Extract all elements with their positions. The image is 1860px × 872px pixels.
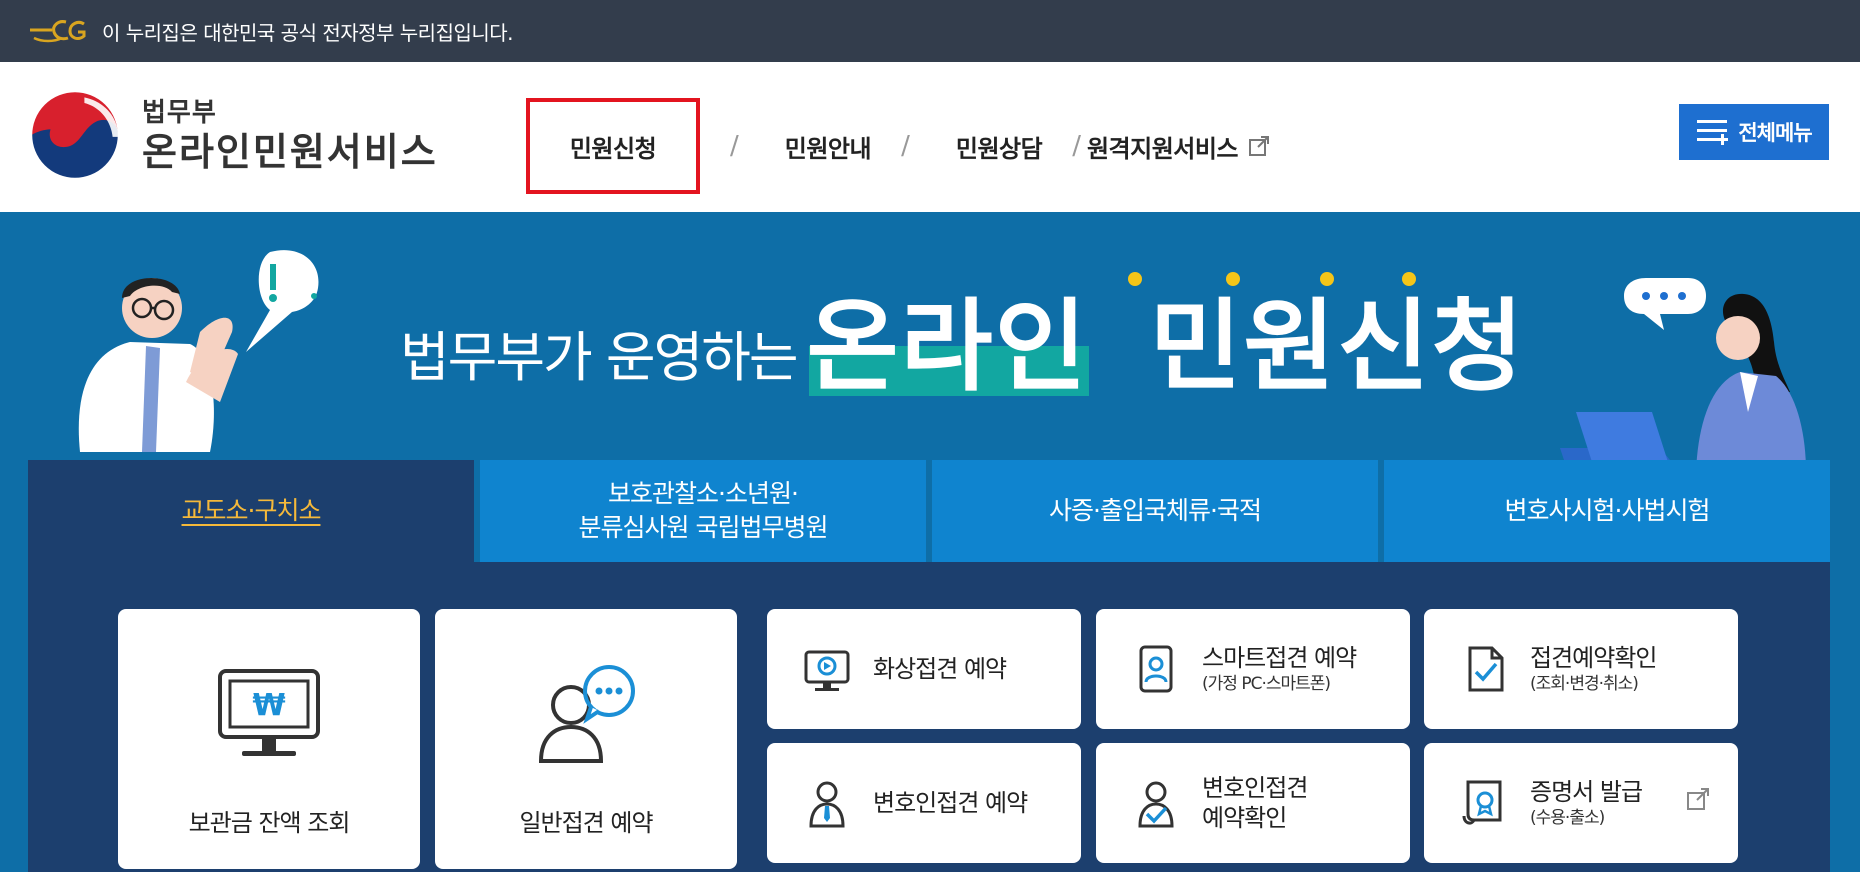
all-menu-button[interactable]: 전체메뉴 xyxy=(1679,104,1829,160)
tab-immigration[interactable]: 사증·출입국체류·국적 xyxy=(932,460,1378,562)
gov-banner: 이 누리집은 대한민국 공식 전자정부 누리집입니다. xyxy=(0,0,1860,62)
person-chat-icon xyxy=(538,665,635,763)
card-smart-visit[interactable]: 스마트접견 예약 (가정 PC·스마트폰) xyxy=(1096,609,1410,729)
card-balance-inquiry[interactable]: ₩ 보관금 잔액 조회 xyxy=(118,609,420,869)
site-header: 법무부 온라인민원서비스 민원신청 / 민원안내 / 민원상담 / 원격지원서비… xyxy=(0,62,1860,212)
nav-item-civil-guide[interactable]: 민원안내 xyxy=(784,129,872,164)
card-visit-check[interactable]: 접견예약확인 (조회·변경·취소) xyxy=(1424,609,1738,729)
tab-probation[interactable]: 보호관찰소·소년원· 분류심사원 국립법무병원 xyxy=(480,460,926,562)
hero-title: 법무부가 운영하는 온라인 민원신청 xyxy=(400,292,1525,402)
external-link-icon xyxy=(1249,136,1270,156)
woman-laptop-illustration xyxy=(1560,278,1806,472)
site-logo[interactable]: 법무부 온라인민원서비스 xyxy=(28,88,438,182)
nav-separator: / xyxy=(901,131,910,161)
smartphone-person-icon xyxy=(1139,645,1173,693)
tab-label: 교도소·구치소 xyxy=(181,496,322,525)
document-check-icon xyxy=(1468,646,1504,692)
category-tabs: 교도소·구치소 보호관찰소·소년원· 분류심사원 국립법무병원 사증·출입국체류… xyxy=(28,460,1830,562)
card-lawyer-visit-check[interactable]: 변호인접견 예약확인 xyxy=(1096,743,1410,863)
monitor-won-icon: ₩ xyxy=(218,669,320,756)
logo-ministry-text: 법무부 xyxy=(142,98,217,128)
nav-separator: / xyxy=(730,131,739,161)
nav-item-label: 민원상담 xyxy=(955,134,1043,163)
card-subtitle: (수용·출소) xyxy=(1530,808,1605,828)
nav-item-label: 민원신청 xyxy=(569,134,657,163)
nav-item-label: 원격지원서비스 xyxy=(1086,134,1239,163)
hero-section: 법무부가 운영하는 온라인 민원신청 교도소·구치소 보호관찰소·소년원· 분류… xyxy=(0,212,1860,872)
card-subtitle: (가정 PC·스마트폰) xyxy=(1202,674,1331,694)
tab-label-line2: 분류심사원 국립법무병원 xyxy=(578,513,829,542)
tab-label: 보호관찰소·소년원· xyxy=(608,479,799,508)
nav-item-civil-consult[interactable]: 민원상담 xyxy=(955,129,1043,164)
tab-prison[interactable]: 교도소·구치소 xyxy=(28,460,474,562)
nav-item-remote-support[interactable]: 원격지원서비스 xyxy=(1087,129,1270,164)
card-general-visit[interactable]: 일반접견 예약 xyxy=(435,609,737,869)
hero-title-big: 온라인 민원신청 xyxy=(807,292,1526,402)
card-video-visit[interactable]: 화상접견 예약 xyxy=(767,609,1081,729)
tab-panel: ₩ 보관금 잔액 조회 일반접견 예약 화상접견 예약 스마트접견 예약 (가정… xyxy=(28,562,1830,872)
nav-separator: / xyxy=(1072,131,1081,161)
decor-dot xyxy=(1226,272,1240,286)
card-title: 변호인접견 xyxy=(1202,774,1308,802)
tab-label: 변호사시험·사법시험 xyxy=(1504,496,1711,525)
all-menu-label: 전체메뉴 xyxy=(1738,121,1812,145)
card-certificate[interactable]: 증명서 발급 (수용·출소) xyxy=(1424,743,1738,863)
man-clapping-illustration xyxy=(78,250,319,452)
person-check-icon xyxy=(1138,781,1174,828)
card-title: 스마트접견 예약 xyxy=(1202,644,1357,672)
egov-logo-icon xyxy=(30,20,86,43)
video-monitor-icon xyxy=(804,650,850,691)
card-title: 화상접견 예약 xyxy=(873,655,1007,683)
hero-title-rest: 민원신청 xyxy=(1149,288,1526,405)
card-subtitle: (조회·변경·취소) xyxy=(1530,674,1639,694)
external-link-icon xyxy=(1687,788,1709,810)
card-title-line2: 예약확인 xyxy=(1202,804,1287,832)
logo-service-text: 온라인민원서비스 xyxy=(142,130,438,174)
hero-title-small: 법무부가 운영하는 xyxy=(400,326,799,389)
hamburger-plus-icon xyxy=(1697,120,1729,145)
decor-dot xyxy=(1320,272,1334,286)
card-title: 접견예약확인 xyxy=(1530,644,1657,672)
card-title: 증명서 발급 xyxy=(1530,778,1643,806)
gov-banner-text: 이 누리집은 대한민국 공식 전자정부 누리집입니다. xyxy=(102,20,514,45)
hero-title-highlight: 온라인 xyxy=(806,288,1089,405)
lawyer-icon xyxy=(809,781,845,828)
taegeuk-emblem-icon xyxy=(31,91,119,179)
tab-bar-exam[interactable]: 변호사시험·사법시험 xyxy=(1384,460,1830,562)
card-label: 일반접견 예약 xyxy=(519,809,653,837)
nav-item-civil-application[interactable]: 민원신청 xyxy=(526,98,700,194)
card-lawyer-visit[interactable]: 변호인접견 예약 xyxy=(767,743,1081,863)
card-label: 보관금 잔액 조회 xyxy=(188,809,351,837)
decor-dot xyxy=(1128,272,1142,286)
card-title: 변호인접견 예약 xyxy=(873,789,1028,817)
certificate-icon xyxy=(1462,780,1502,825)
nav-item-label: 민원안내 xyxy=(784,134,872,163)
svg-text:₩: ₩ xyxy=(252,688,285,723)
decor-dot xyxy=(1402,272,1416,286)
tab-label: 사증·출입국체류·국적 xyxy=(1049,496,1262,525)
main-nav: 민원신청 / 민원안내 / 민원상담 / 원격지원서비스 xyxy=(526,98,1270,194)
